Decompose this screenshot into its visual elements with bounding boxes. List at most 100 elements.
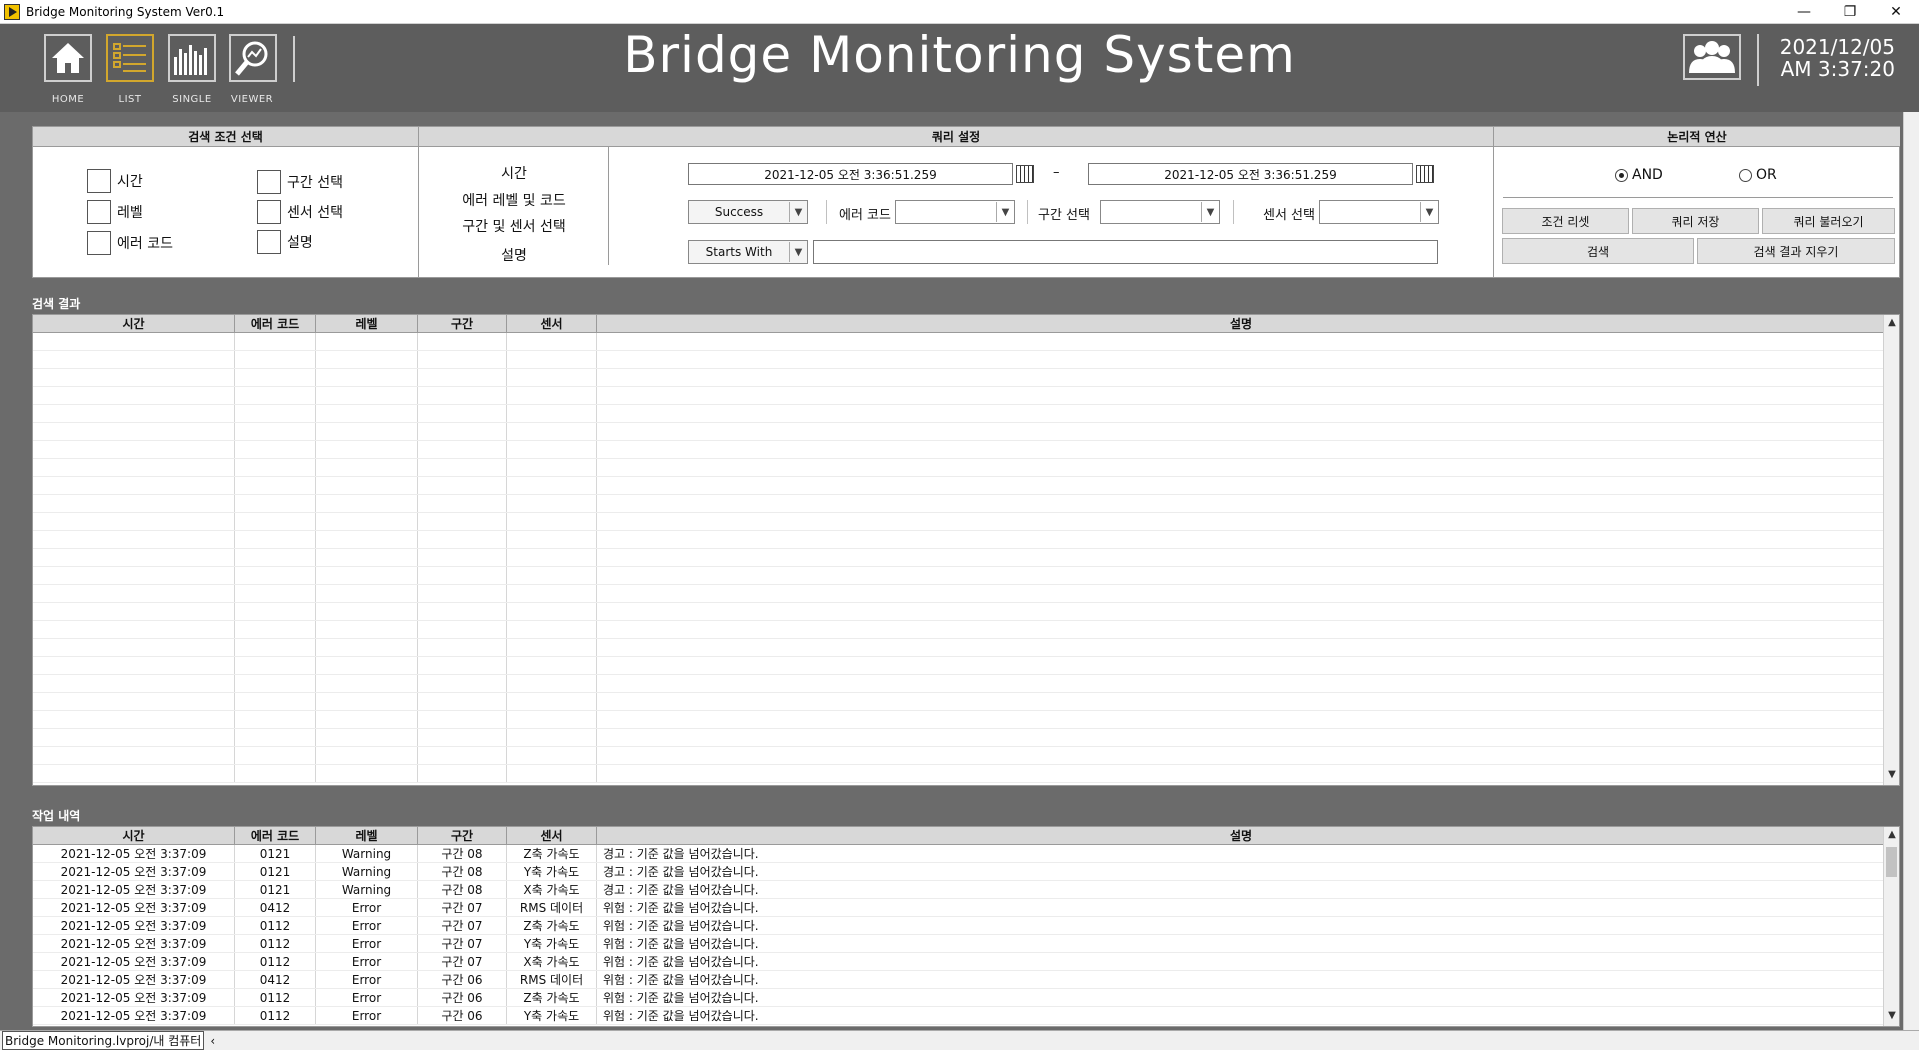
empty-cell xyxy=(33,495,235,512)
table-row[interactable] xyxy=(33,585,1899,603)
cell-section: 구간 08 xyxy=(418,845,507,862)
start-time-field[interactable]: 2021-12-05 오전 3:36:51.259 xyxy=(688,163,1013,185)
table-row[interactable] xyxy=(33,423,1899,441)
table-row[interactable] xyxy=(33,459,1899,477)
end-time-field[interactable]: 2021-12-05 오전 3:36:51.259 xyxy=(1088,163,1413,185)
table-row[interactable]: 2021-12-05 오전 3:37:09 0112 Error 구간 06 Z… xyxy=(33,989,1899,1007)
description-input[interactable] xyxy=(813,240,1438,264)
table-row[interactable]: 2021-12-05 오전 3:37:09 0412 Error 구간 07 R… xyxy=(33,899,1899,917)
section-select[interactable]: ▼ xyxy=(1100,200,1220,224)
checkbox-box[interactable] xyxy=(257,200,281,224)
col-error-code[interactable]: 에러 코드 xyxy=(235,315,316,332)
query-label-level-code: 에러 레벨 및 코드 xyxy=(462,193,566,209)
table-row[interactable]: 2021-12-05 오전 3:37:09 0112 Error 구간 07 Z… xyxy=(33,917,1899,935)
table-row[interactable] xyxy=(33,729,1899,747)
load-query-button[interactable]: 쿼리 불러오기 xyxy=(1762,208,1895,234)
table-row[interactable] xyxy=(33,513,1899,531)
col-level[interactable]: 레벨 xyxy=(316,315,418,332)
table-row[interactable] xyxy=(33,711,1899,729)
radio-indicator[interactable] xyxy=(1739,168,1752,182)
scroll-left-icon[interactable]: ‹ xyxy=(210,1034,215,1048)
table-row[interactable] xyxy=(33,657,1899,675)
scroll-up-icon[interactable]: ▲ xyxy=(1884,317,1899,331)
col-sensor[interactable]: 센서 xyxy=(507,315,597,332)
reset-conditions-button[interactable]: 조건 리셋 xyxy=(1502,208,1629,234)
checkbox-level[interactable]: 레벨 xyxy=(87,200,143,224)
clear-results-button[interactable]: 검색 결과 지우기 xyxy=(1697,238,1895,264)
empty-cell xyxy=(418,693,507,710)
calendar-icon[interactable] xyxy=(1416,165,1434,183)
results-scrollbar[interactable]: ▲ ▼ xyxy=(1883,315,1899,785)
table-row[interactable]: 2021-12-05 오전 3:37:09 0412 Error 구간 06 R… xyxy=(33,971,1899,989)
cell-description: 경고 : 기준 값을 넘어갔습니다. xyxy=(603,865,759,879)
query-panel: 검색 조건 선택 쿼리 설정 논리적 연산 시간 레벨 에러 코드 구간 선택 … xyxy=(32,126,1900,278)
error-code-select[interactable]: ▼ xyxy=(895,200,1015,224)
table-row[interactable]: 2021-12-05 오전 3:37:09 0121 Warning 구간 08… xyxy=(33,845,1899,863)
col-description[interactable]: 설명 xyxy=(597,315,1885,332)
description-mode-select[interactable]: Starts With ▼ xyxy=(688,240,808,264)
col-section[interactable]: 구간 xyxy=(418,315,507,332)
checkbox-error-code[interactable]: 에러 코드 xyxy=(87,231,173,255)
table-row[interactable] xyxy=(33,351,1899,369)
checkbox-box[interactable] xyxy=(87,169,111,193)
col-time[interactable]: 시간 xyxy=(33,315,235,332)
table-row[interactable] xyxy=(33,333,1899,351)
window-scrollbar[interactable] xyxy=(1903,112,1919,1030)
table-row[interactable] xyxy=(33,477,1899,495)
users-button[interactable] xyxy=(1683,34,1741,80)
table-row[interactable]: 2021-12-05 오전 3:37:09 0121 Warning 구간 08… xyxy=(33,881,1899,899)
radio-or[interactable]: OR xyxy=(1739,167,1777,183)
table-row[interactable] xyxy=(33,549,1899,567)
checkbox-box[interactable] xyxy=(257,230,281,254)
col-sensor[interactable]: 센서 xyxy=(507,827,597,844)
level-select[interactable]: Success ▼ xyxy=(688,200,808,224)
col-level[interactable]: 레벨 xyxy=(316,827,418,844)
col-description[interactable]: 설명 xyxy=(597,827,1885,844)
scroll-thumb[interactable] xyxy=(1886,847,1897,877)
table-row[interactable] xyxy=(33,387,1899,405)
table-row[interactable] xyxy=(33,639,1899,657)
checkbox-box[interactable] xyxy=(257,170,281,194)
search-button[interactable]: 검색 xyxy=(1502,238,1694,264)
table-row[interactable]: 2021-12-05 오전 3:37:09 0121 Warning 구간 08… xyxy=(33,863,1899,881)
table-row[interactable] xyxy=(33,441,1899,459)
table-row[interactable] xyxy=(33,405,1899,423)
col-error-code[interactable]: 에러 코드 xyxy=(235,827,316,844)
scroll-down-icon[interactable]: ▼ xyxy=(1884,1010,1899,1024)
log-scrollbar[interactable]: ▲ ▼ xyxy=(1883,827,1899,1026)
query-label-description: 설명 xyxy=(501,248,527,264)
table-row[interactable]: 2021-12-05 오전 3:37:09 0112 Error 구간 07 X… xyxy=(33,953,1899,971)
table-row[interactable] xyxy=(33,495,1899,513)
checkbox-box[interactable] xyxy=(87,200,111,224)
checkbox-description[interactable]: 설명 xyxy=(257,230,313,254)
calendar-icon[interactable] xyxy=(1016,165,1034,183)
table-row[interactable] xyxy=(33,765,1899,783)
radio-and[interactable]: AND xyxy=(1615,167,1663,183)
scroll-up-icon[interactable]: ▲ xyxy=(1884,829,1899,843)
table-row[interactable] xyxy=(33,567,1899,585)
table-row[interactable] xyxy=(33,603,1899,621)
table-row[interactable] xyxy=(33,747,1899,765)
table-row[interactable] xyxy=(33,369,1899,387)
cell-sensor: Z축 가속도 xyxy=(507,917,597,934)
save-query-button[interactable]: 쿼리 저장 xyxy=(1632,208,1759,234)
restore-button[interactable]: ❐ xyxy=(1827,0,1873,24)
table-row[interactable] xyxy=(33,693,1899,711)
table-row[interactable] xyxy=(33,531,1899,549)
empty-cell xyxy=(316,477,418,494)
sensor-select[interactable]: ▼ xyxy=(1319,200,1439,224)
table-row[interactable] xyxy=(33,621,1899,639)
checkbox-sensor[interactable]: 센서 선택 xyxy=(257,200,343,224)
table-row[interactable] xyxy=(33,675,1899,693)
col-section[interactable]: 구간 xyxy=(418,827,507,844)
table-row[interactable]: 2021-12-05 오전 3:37:09 0112 Error 구간 07 Y… xyxy=(33,935,1899,953)
checkbox-box[interactable] xyxy=(87,231,111,255)
col-time[interactable]: 시간 xyxy=(33,827,235,844)
checkbox-section[interactable]: 구간 선택 xyxy=(257,170,343,194)
scroll-down-icon[interactable]: ▼ xyxy=(1884,769,1899,783)
close-button[interactable]: ✕ xyxy=(1873,0,1919,24)
table-row[interactable]: 2021-12-05 오전 3:37:09 0112 Error 구간 06 Y… xyxy=(33,1007,1899,1025)
checkbox-time[interactable]: 시간 xyxy=(87,169,143,193)
minimize-button[interactable]: — xyxy=(1781,0,1827,24)
radio-indicator[interactable] xyxy=(1615,168,1628,182)
